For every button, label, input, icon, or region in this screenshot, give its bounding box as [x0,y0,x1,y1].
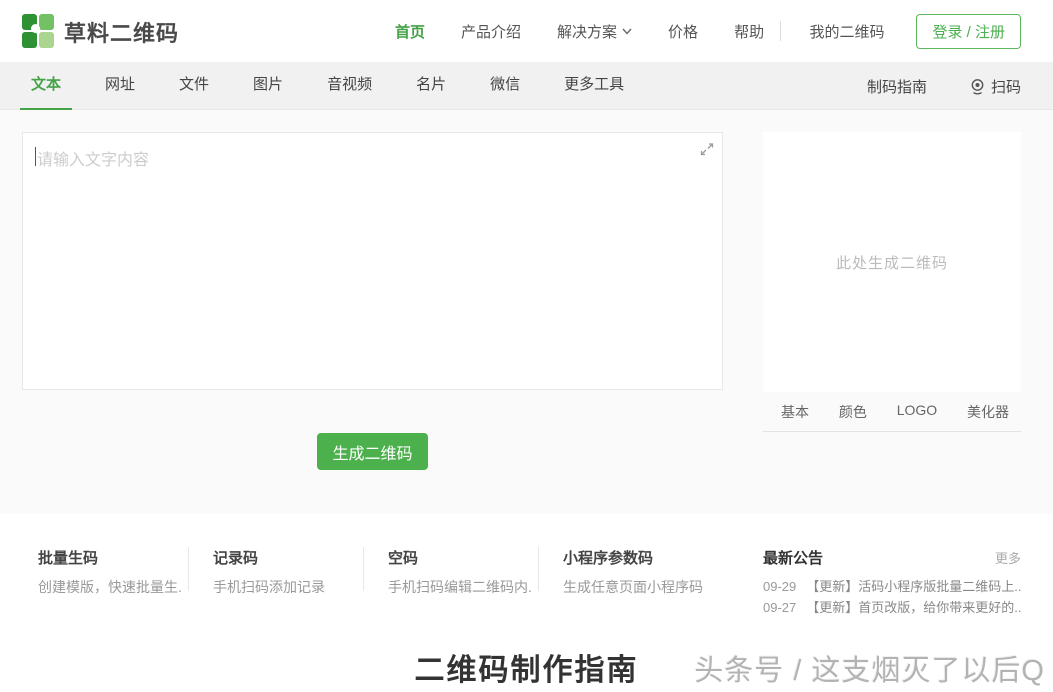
feature-title[interactable]: 记录码 [213,547,363,568]
feature-miniprogram: 小程序参数码 生成任意页面小程序码 [563,547,713,597]
tab-color[interactable]: 颜色 [839,402,867,422]
features-section: 批量生码 创建模版，快速批量生. 记录码 手机扫码添加记录 空码 手机扫码编辑二… [0,514,1053,625]
tab-logo[interactable]: LOGO [897,402,937,422]
tab-more-tools[interactable]: 更多工具 [553,62,635,110]
tab-wechat[interactable]: 微信 [479,62,531,110]
feature-desc: 手机扫码添加记录 [213,577,363,597]
qr-preview-panel: 此处生成二维码 基本 颜色 LOGO 美化器 [763,132,1021,432]
watermark-text: 头条号 / 这支烟灭了以后Q [694,647,1045,689]
qr-grid-logo-icon [22,14,55,49]
tab-basic[interactable]: 基本 [781,402,809,422]
feature-title[interactable]: 空码 [388,547,538,568]
main-content: 生成二维码 此处生成二维码 基本 颜色 LOGO 美化器 [0,110,1053,514]
generate-qrcode-button[interactable]: 生成二维码 [317,433,428,470]
nav-item-products[interactable]: 产品介绍 [461,21,521,42]
login-register-button[interactable]: 登录 / 注册 [916,14,1021,49]
scan-camera-icon [969,78,986,95]
qr-preview-box: 此处生成二维码 [763,132,1021,392]
qr-style-tabs: 基本 颜色 LOGO 美化器 [763,392,1021,432]
brand-name: 草料二维码 [64,16,179,48]
tab-beautifier[interactable]: 美化器 [967,402,1009,422]
scan-link[interactable]: 扫码 [969,76,1021,97]
vertical-divider [188,547,189,591]
feature-title[interactable]: 批量生码 [38,547,188,568]
announcements-more-link[interactable]: 更多 [995,548,1021,567]
announcements-panel: 最新公告 更多 09-29 【更新】活码小程序版批量二维码上... 09-27 【更… [763,547,1021,618]
vertical-divider [538,547,539,591]
chevron-down-icon [622,28,632,35]
text-content-input[interactable] [22,132,723,390]
nav-item-pricing[interactable]: 价格 [668,21,698,42]
nav-item-solutions[interactable]: 解决方案 [557,21,632,42]
feature-desc: 手机扫码编辑二维码内. [388,577,538,597]
announcement-date: 09-29 [763,579,796,594]
announcements-title: 最新公告 [763,547,823,568]
my-qrcode-link[interactable]: 我的二维码 [809,21,884,42]
announcement-item[interactable]: 09-29 【更新】活码小程序版批量二维码上... [763,576,1021,597]
announcement-item[interactable]: 09-27 【更新】首页改版，给你带来更好的... [763,597,1021,618]
text-caret [35,147,36,166]
guide-link[interactable]: 制码指南 [867,76,927,97]
brand-logo[interactable]: 草料二维码 [22,14,179,49]
announcement-text: 【更新】活码小程序版批量二维码上... [806,579,1021,594]
feature-desc: 创建模版，快速批量生. [38,577,188,597]
announcements-header: 最新公告 更多 [763,547,1021,568]
feature-desc: 生成任意页面小程序码 [563,577,713,597]
tab-text[interactable]: 文本 [20,62,72,110]
tab-url[interactable]: 网址 [94,62,146,110]
tab-media[interactable]: 音视频 [316,62,383,110]
feature-empty-code: 空码 手机扫码编辑二维码内. [388,547,538,597]
nav-item-help[interactable]: 帮助 [734,21,764,42]
tab-file[interactable]: 文件 [168,62,220,110]
announcement-date: 09-27 [763,600,796,615]
tab-image[interactable]: 图片 [242,62,294,110]
expand-resize-icon[interactable] [698,140,716,158]
nav-item-home[interactable]: 首页 [395,21,425,42]
feature-row: 批量生码 创建模版，快速批量生. 记录码 手机扫码添加记录 空码 手机扫码编辑二… [38,547,713,597]
feature-batch: 批量生码 创建模版，快速批量生. [38,547,188,597]
qr-placeholder-text: 此处生成二维码 [836,252,948,273]
sub-nav-right: 制码指南 扫码 [867,62,1021,110]
qr-type-tabs: 文本 网址 文件 图片 音视频 名片 微信 更多工具 [20,62,657,110]
vertical-divider [780,21,781,41]
vertical-divider [363,547,364,591]
tab-card[interactable]: 名片 [405,62,457,110]
page: 草料二维码 首页 产品介绍 解决方案 价格 帮助 我的二维码 登录 / 注册 文… [0,0,1053,692]
header-right: 我的二维码 登录 / 注册 [780,0,1021,62]
footer: 二维码制作指南 头条号 / 这支烟灭了以后Q [0,625,1053,692]
sub-nav: 文本 网址 文件 图片 音视频 名片 微信 更多工具 制码指南 扫码 [0,62,1053,110]
feature-title[interactable]: 小程序参数码 [563,547,713,568]
header: 草料二维码 首页 产品介绍 解决方案 价格 帮助 我的二维码 登录 / 注册 [0,0,1053,62]
top-nav: 首页 产品介绍 解决方案 价格 帮助 [395,0,800,62]
announcement-text: 【更新】首页改版，给你带来更好的... [806,600,1021,615]
feature-record: 记录码 手机扫码添加记录 [213,547,363,597]
